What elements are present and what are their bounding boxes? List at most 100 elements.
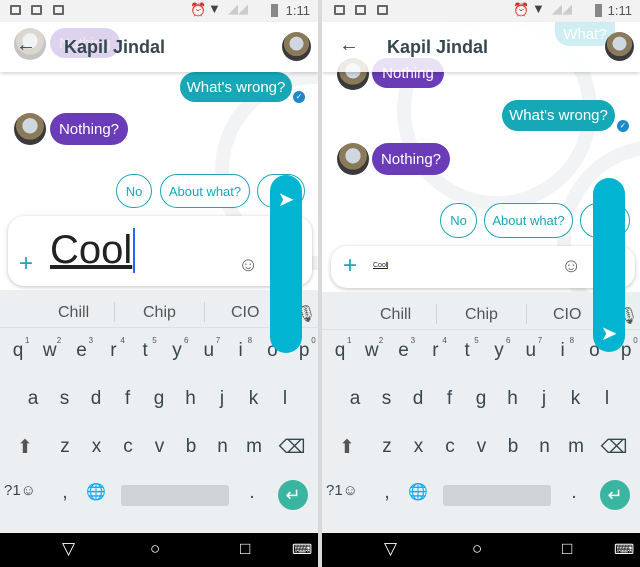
key-z[interactable]: z	[50, 436, 80, 458]
send-button[interactable]: ➤	[270, 175, 302, 353]
key-b[interactable]: b	[498, 436, 528, 458]
key-hint: 2	[56, 336, 62, 345]
globe-icon[interactable]: 🌐	[81, 482, 111, 502]
emoji-icon[interactable]: ☺	[238, 254, 258, 277]
status-bar: ⏰ ▼ ◢◢ 1:11	[0, 0, 318, 22]
key-x[interactable]: x	[82, 436, 112, 458]
backspace-icon[interactable]: ⌫	[277, 436, 307, 459]
back-nav-icon[interactable]: ▽	[384, 539, 397, 559]
smart-reply-no[interactable]: No	[440, 203, 477, 238]
key-s[interactable]: s	[50, 388, 80, 410]
message-input[interactable]: Cool	[373, 262, 389, 269]
key-comma[interactable]: ,	[372, 482, 402, 504]
key-c[interactable]: c	[113, 436, 143, 458]
key-j[interactable]: j	[529, 388, 559, 410]
key-n[interactable]: n	[530, 436, 560, 458]
key-h[interactable]: h	[498, 388, 528, 410]
keyboard-switch-icon[interactable]: ⌨	[292, 541, 312, 558]
home-nav-icon[interactable]: ○	[472, 539, 482, 559]
space-bar[interactable]	[121, 485, 229, 506]
emoji-icon[interactable]: ☺	[561, 255, 581, 278]
key-hint: 3	[88, 336, 94, 345]
wifi-icon: ▼	[208, 1, 221, 16]
chat-header: Nothing ← Kapil Jindal	[0, 22, 318, 72]
key-hint: 6	[506, 336, 511, 345]
received-message: Nothing?	[50, 113, 128, 145]
symbols-key[interactable]: ?1☺	[2, 482, 38, 499]
key-x[interactable]: x	[404, 436, 434, 458]
key-hint: 5	[474, 336, 479, 345]
key-period[interactable]: .	[559, 482, 589, 504]
gmail-icon	[31, 5, 42, 15]
back-arrow-icon[interactable]: ←	[16, 34, 36, 57]
enter-key[interactable]: ↵	[600, 480, 630, 510]
shift-icon[interactable]: ⬆	[10, 436, 40, 459]
back-arrow-icon[interactable]: ←	[339, 34, 359, 57]
wifi-icon: ▼	[532, 1, 545, 16]
contact-name: Kapil Jindal	[387, 37, 489, 57]
message-input[interactable]: Cool	[50, 228, 136, 273]
battery-icon	[595, 4, 602, 17]
key-period[interactable]: .	[237, 482, 267, 504]
smart-reply-about-what[interactable]: About what?	[484, 203, 573, 238]
key-j[interactable]: j	[207, 388, 237, 410]
alarm-icon: ⏰	[190, 2, 207, 17]
key-d[interactable]: d	[81, 388, 111, 410]
sent-message: What's wrong?	[180, 72, 292, 102]
clipboard-icon	[377, 5, 388, 15]
key-l[interactable]: l	[592, 388, 622, 410]
key-m[interactable]: m	[239, 436, 269, 458]
key-comma[interactable]: ,	[50, 482, 80, 504]
home-nav-icon[interactable]: ○	[150, 539, 160, 559]
key-a[interactable]: a	[340, 388, 370, 410]
recents-nav-icon[interactable]: □	[240, 539, 250, 559]
key-v[interactable]: v	[145, 436, 175, 458]
status-bar: ⏰ ▼ ◢◢ 1:11	[322, 0, 640, 22]
key-f[interactable]: f	[435, 388, 465, 410]
key-d[interactable]: d	[403, 388, 433, 410]
keyboard-switch-icon[interactable]: ⌨	[614, 541, 634, 558]
key-hint: 0	[633, 336, 638, 345]
key-hint: 5	[152, 336, 157, 345]
key-a[interactable]: a	[18, 388, 48, 410]
gmail-icon	[355, 5, 366, 15]
symbols-key[interactable]: ?1☺	[324, 482, 360, 499]
clock: 1:11	[607, 3, 632, 18]
key-g[interactable]: g	[466, 388, 496, 410]
plus-icon[interactable]: +	[19, 250, 33, 278]
alarm-icon: ⏰	[513, 2, 530, 17]
smart-reply-about-what[interactable]: About what?	[160, 174, 250, 208]
key-z[interactable]: z	[372, 436, 402, 458]
key-n[interactable]: n	[208, 436, 238, 458]
message-compose-box[interactable]: + Cool ☺	[8, 216, 312, 286]
backspace-icon[interactable]: ⌫	[599, 436, 629, 459]
key-s[interactable]: s	[372, 388, 402, 410]
key-v[interactable]: v	[467, 436, 497, 458]
key-g[interactable]: g	[144, 388, 174, 410]
back-nav-icon[interactable]: ▽	[62, 539, 75, 559]
smart-reply-no[interactable]: No	[116, 174, 152, 208]
send-button[interactable]: ➤	[593, 178, 625, 352]
plus-icon[interactable]: +	[343, 252, 357, 280]
contact-avatar[interactable]	[282, 32, 311, 61]
globe-icon[interactable]: 🌐	[403, 482, 433, 502]
shift-icon[interactable]: ⬆	[332, 436, 362, 459]
key-c[interactable]: c	[435, 436, 465, 458]
key-k[interactable]: k	[239, 388, 269, 410]
key-f[interactable]: f	[113, 388, 143, 410]
key-m[interactable]: m	[561, 436, 591, 458]
message-compose-box[interactable]: + Cool ☺	[331, 246, 635, 288]
chat-screen-small-text: ⏰ ▼ ◢◢ 1:11 What? ← Kapil Jindal Nothing…	[322, 0, 640, 567]
key-k[interactable]: k	[561, 388, 591, 410]
recents-nav-icon[interactable]: □	[562, 539, 572, 559]
sent-message: What's wrong?	[502, 100, 615, 131]
contact-avatar[interactable]	[605, 32, 634, 61]
key-b[interactable]: b	[176, 436, 206, 458]
space-bar[interactable]	[443, 485, 551, 506]
key-hint: 8	[247, 336, 253, 345]
enter-key[interactable]: ↵	[278, 480, 308, 510]
key-h[interactable]: h	[176, 388, 206, 410]
key-l[interactable]: l	[270, 388, 300, 410]
image-icon	[10, 5, 21, 15]
key-hint: 4	[120, 336, 125, 345]
